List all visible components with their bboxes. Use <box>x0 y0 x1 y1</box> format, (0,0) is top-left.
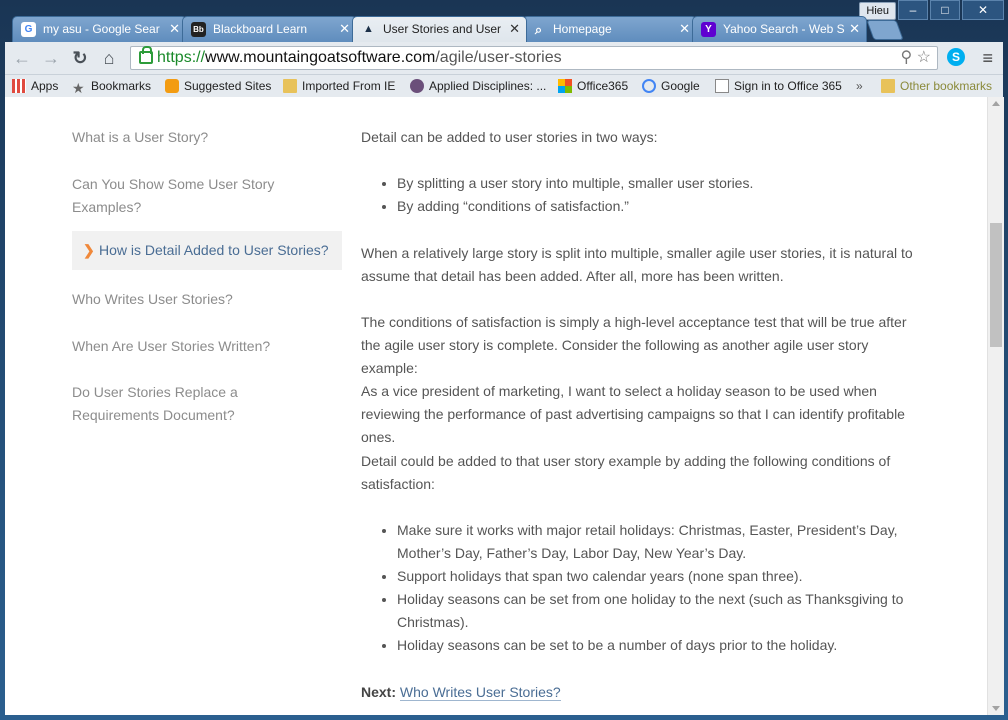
reload-icon[interactable]: ↻ <box>69 47 91 69</box>
bookmarks-overflow[interactable]: » <box>856 75 863 97</box>
detail-methods-list: By splitting a user story into multiple,… <box>361 172 921 218</box>
list-item: Holiday seasons can be set from one holi… <box>397 588 921 634</box>
minimize-button[interactable]: ‒ <box>898 0 928 20</box>
address-bar[interactable]: https://www.mountaingoatsoftware.com/agi… <box>130 46 938 70</box>
window-controls: ‒ □ ✕ <box>898 0 1004 20</box>
google-icon <box>642 79 656 93</box>
omnibox-icons: ⚲ ☆ <box>900 47 931 69</box>
url-text[interactable]: https://www.mountaingoatsoftware.com/agi… <box>157 48 562 68</box>
tab-blackboard[interactable]: Bb Blackboard Learn ✕ <box>182 16 357 42</box>
yahoo-icon: Y <box>701 22 716 37</box>
bookmarks-bar: Apps ★ Bookmarks Suggested Sites Imported… <box>5 75 1003 97</box>
google-icon: G <box>21 22 36 37</box>
nav-item-what-is[interactable]: What is a User Story? <box>72 126 342 149</box>
scroll-down-arrow-icon[interactable] <box>992 706 1000 711</box>
vertical-scrollbar[interactable] <box>987 97 1004 715</box>
folder-icon <box>283 79 297 93</box>
bookmark-apps[interactable]: Apps <box>12 75 58 97</box>
tab-google-search[interactable]: G my asu - Google Sear ✕ <box>12 16 187 42</box>
close-button[interactable]: ✕ <box>962 0 1004 20</box>
bookmark-google[interactable]: Google <box>642 75 700 97</box>
bookmark-applied-disciplines[interactable]: Applied Disciplines: ... <box>410 75 546 97</box>
bookmark-suggested-sites[interactable]: Suggested Sites <box>165 75 271 97</box>
browser-toolbar: ← → ↻ ⌂ https://www.mountaingoatsoftware… <box>5 42 1003 75</box>
list-item: Make sure it works with major retail hol… <box>397 519 921 565</box>
disc-icon <box>410 79 424 93</box>
office-icon <box>715 79 729 93</box>
list-item: Support holidays that span two calendar … <box>397 565 921 588</box>
forward-arrow-icon[interactable]: → <box>40 47 62 69</box>
nav-item-replace-doc[interactable]: Do User Stories Replace a Requirements D… <box>72 381 272 427</box>
blackboard-icon: Bb <box>191 22 206 37</box>
page-viewport: What is a User Story? Can You Show Some … <box>5 97 987 715</box>
folder-icon <box>881 79 895 93</box>
zoom-search-icon[interactable]: ⚲ <box>900 49 912 66</box>
tab-label: User Stories and User <box>383 22 502 36</box>
scroll-up-arrow-icon[interactable] <box>992 101 1000 106</box>
close-tab-icon[interactable]: ✕ <box>169 17 180 41</box>
paragraph: When a relatively large story is split i… <box>361 245 913 284</box>
close-tab-icon[interactable]: ✕ <box>849 17 860 41</box>
conditions-list: Make sure it works with major retail hol… <box>361 519 921 657</box>
maximize-button[interactable]: □ <box>930 0 960 20</box>
next-section: Next: Who Writes User Stories? <box>361 681 561 704</box>
close-tab-icon[interactable]: ✕ <box>509 17 520 41</box>
tab-label: my asu - Google Sear <box>43 22 160 36</box>
nav-item-who-writes[interactable]: Who Writes User Stories? <box>72 288 342 311</box>
nav-item-detail-active[interactable]: ❯ How is Detail Added to User Stories? <box>72 231 342 270</box>
bookmark-bookmarks[interactable]: ★ Bookmarks <box>72 75 151 97</box>
back-arrow-icon[interactable]: ← <box>11 47 33 69</box>
skype-icon[interactable]: S <box>947 48 965 66</box>
paragraph: Detail could be added to that user story… <box>361 453 891 492</box>
tab-user-stories[interactable]: ▲ User Stories and User ✕ <box>352 16 527 42</box>
bookmark-imported-from-ie[interactable]: Imported From IE <box>283 75 395 97</box>
star-icon: ★ <box>72 80 85 96</box>
lock-icon <box>139 46 153 64</box>
paragraph: The conditions of satisfaction is simply… <box>361 314 907 376</box>
next-label: Next: <box>361 684 397 700</box>
bookmark-other[interactable]: Other bookmarks <box>881 75 992 97</box>
scrollbar-thumb[interactable] <box>990 223 1002 347</box>
bookmark-office365[interactable]: Office365 <box>558 75 628 97</box>
bookmark-star-icon[interactable]: ☆ <box>917 49 931 66</box>
nav-item-examples[interactable]: Can You Show Some User Story Examples? <box>72 173 342 219</box>
windows-icon <box>558 79 572 93</box>
new-tab-button[interactable] <box>866 20 904 40</box>
mountain-goat-icon: ▲ <box>363 23 374 35</box>
chevron-right-icon: ❯ <box>83 242 95 258</box>
list-item: By adding “conditions of satisfaction.” <box>397 195 921 218</box>
tab-homepage[interactable]: ⌕ Homepage ✕ <box>522 16 697 42</box>
list-item: By splitting a user story into multiple,… <box>397 172 921 195</box>
tab-label: Homepage <box>553 22 612 36</box>
bookmark-sign-in-office[interactable]: Sign in to Office 365 <box>715 75 842 97</box>
tab-yahoo[interactable]: Y Yahoo Search - Web S ✕ <box>692 16 867 42</box>
tab-label: Blackboard Learn <box>213 22 308 36</box>
next-link[interactable]: Who Writes User Stories? <box>399 684 561 701</box>
nav-item-when-written[interactable]: When Are User Stories Written? <box>72 335 342 358</box>
paragraph: Detail can be added to user stories in t… <box>361 129 658 145</box>
list-item: Holiday seasons can be set to be a numbe… <box>397 634 921 657</box>
home-icon[interactable]: ⌂ <box>98 47 120 69</box>
user-story-example: As a vice president of marketing, I want… <box>361 383 905 445</box>
close-tab-icon[interactable]: ✕ <box>339 17 350 41</box>
menu-icon[interactable]: ≡ <box>982 47 993 69</box>
tab-label: Yahoo Search - Web S <box>723 22 845 36</box>
apps-icon <box>12 79 26 93</box>
search-icon: ⌕ <box>534 22 543 37</box>
tab-strip: G my asu - Google Sear ✕ Bb Blackboard L… <box>8 16 904 42</box>
close-tab-icon[interactable]: ✕ <box>679 17 690 41</box>
bulb-icon <box>165 79 179 93</box>
